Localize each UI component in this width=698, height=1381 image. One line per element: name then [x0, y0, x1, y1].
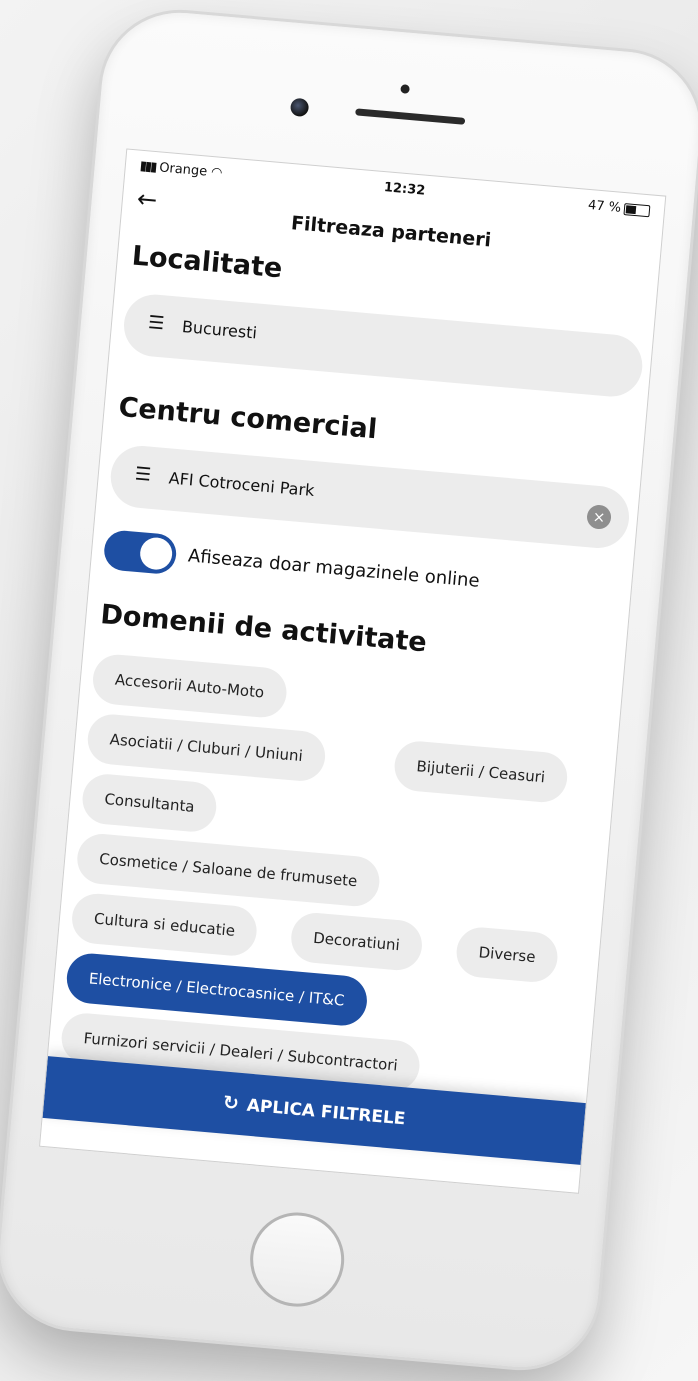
online-only-label: Afiseaza doar magazinele online [187, 545, 481, 592]
chip-diverse[interactable]: Diverse [454, 925, 560, 985]
toggle-knob [138, 536, 174, 571]
locality-select[interactable]: ☰ Bucuresti [121, 292, 645, 400]
filter-content[interactable]: Localitate ☰ Bucuresti Centru comercial … [48, 229, 658, 1103]
mall-select[interactable]: ☰ AFI Cotroceni Park × [108, 443, 632, 551]
mall-section-title: Centru comercial [117, 391, 379, 446]
chip-asociatii-cluburi-uniuni[interactable]: Asociatii / Cluburi / Uniuni [85, 712, 327, 783]
clear-icon[interactable]: × [586, 504, 613, 531]
battery-percent: 47 % [587, 197, 622, 216]
domains-section-title: Domenii de activitate [99, 599, 428, 659]
online-only-toggle[interactable] [102, 529, 178, 576]
locality-value: Bucuresti [181, 317, 258, 343]
signal-bars-icon: ▮▮▮ [139, 158, 156, 176]
chip-cultura-educatie[interactable]: Cultura si educatie [70, 891, 260, 958]
list-icon: ☰ [134, 463, 153, 486]
mall-value: AFI Cotroceni Park [167, 468, 316, 501]
list-icon: ☰ [147, 312, 166, 335]
phone-frame: ▮▮▮ Orange ◠ 12:32 47 % ← Filtreaza parten… [0, 6, 698, 1374]
status-time: 12:32 [383, 180, 426, 199]
locality-section-title: Localitate [130, 240, 284, 285]
home-button[interactable] [246, 1208, 349, 1311]
domain-chips: Accesorii Auto-Moto Asociatii / Cluburi … [59, 652, 621, 1093]
apply-filters-label: APLICA FILTRELE [245, 1095, 407, 1130]
wifi-icon: ◠ [210, 164, 224, 181]
chip-consultanta[interactable]: Consultanta [80, 772, 219, 834]
carrier-name: Orange [158, 160, 208, 180]
battery-icon [623, 202, 651, 217]
battery-status: 47 % [587, 197, 651, 218]
chip-decoratiuni[interactable]: Decoratiuni [289, 910, 424, 973]
carrier-info: ▮▮▮ Orange ◠ [139, 159, 223, 181]
chip-accesorii-auto-moto[interactable]: Accesorii Auto-Moto [90, 652, 289, 720]
front-camera [289, 97, 310, 118]
refresh-icon: ↻ [222, 1091, 240, 1115]
battery-fill [625, 204, 637, 214]
proximity-sensor [400, 84, 410, 94]
earpiece-speaker [355, 108, 466, 125]
app-screen: ▮▮▮ Orange ◠ 12:32 47 % ← Filtreaza parten… [39, 148, 667, 1194]
chip-bijuterii-ceasuri[interactable]: Bijuterii / Ceasuri [392, 739, 570, 805]
